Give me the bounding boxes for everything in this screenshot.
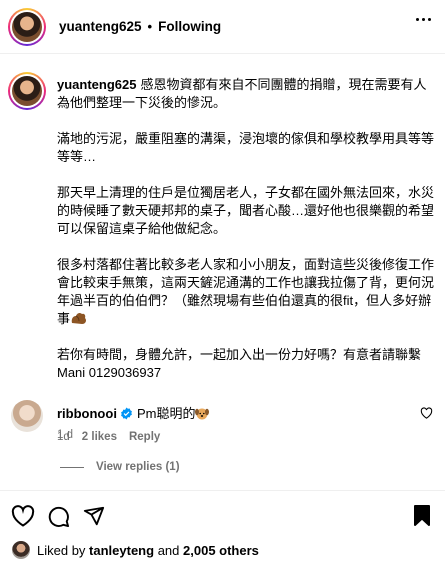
author-avatar[interactable]	[8, 7, 46, 46]
instagram-post-panel: yuanteng625 • Following yuanteng625 感恩物資都…	[0, 0, 445, 565]
dog-face-emoji	[195, 406, 210, 421]
verified-badge-icon	[120, 407, 133, 423]
comment-text: ribbonooi Pm聪明的	[57, 403, 210, 423]
caption-paragraph: yuanteng625 感恩物資都有來自不同團體的捐贈，現在需要有人為他們整理一下…	[57, 77, 427, 110]
caption-body: yuanteng625 感恩物資都有來自不同團體的捐贈，現在需要有人為他們整理一下…	[57, 76, 437, 400]
author-username[interactable]: yuanteng625	[59, 19, 142, 34]
bookmark-icon[interactable]	[413, 505, 431, 530]
caption-paragraph: 那天早上清理的住戶是位獨居老人，子女都在國外無法回來，水災的時候睡了數天硬邦邦的…	[57, 185, 435, 236]
liker-avatar[interactable]	[12, 541, 30, 559]
likes-summary: Liked by tanleyteng and 2,005 others	[12, 541, 259, 559]
send-icon[interactable]	[83, 505, 105, 530]
reply-button[interactable]: Reply	[129, 431, 160, 443]
commenter-avatar[interactable]	[11, 400, 43, 432]
more-horizontal-icon[interactable]	[416, 18, 431, 21]
commenter-username[interactable]: ribbonooi	[57, 406, 117, 421]
caption-username[interactable]: yuanteng625	[57, 77, 136, 92]
comment-heart-icon[interactable]	[420, 407, 433, 422]
post-header: yuanteng625 • Following	[0, 0, 445, 54]
comment-likes-count[interactable]: 2 likes	[82, 431, 117, 443]
view-replies-label: View replies (1)	[96, 461, 180, 473]
likes-connector: and	[157, 542, 180, 558]
heart-icon[interactable]	[11, 505, 35, 530]
caption-author-avatar[interactable]	[8, 72, 46, 110]
following-button[interactable]: Following	[158, 19, 221, 34]
view-replies-button[interactable]: View replies (1)	[60, 461, 180, 473]
caption-paragraph: 若你有時間，身體允許，一起加入出一份力好嗎？有意者請聯繫 Mani 012903…	[57, 347, 422, 380]
caption-paragraph: 很多村落都住著比較多老人家和小小朋友，面對這些災後修復工作會比較束手無策，這兩天…	[57, 257, 435, 326]
likes-others-count[interactable]: 2,005 others	[183, 543, 259, 558]
replies-divider	[60, 466, 84, 468]
flexed-biceps-emoji	[70, 311, 88, 325]
comment-item: ribbonooi Pm聪明的 1d 2 likes Reply	[0, 395, 445, 455]
caption-paragraph: 滿地的污泥，嚴重阻塞的溝渠，浸泡壞的傢俱和學校教學用具等等等等…	[57, 131, 435, 164]
separator-dot: •	[147, 19, 153, 34]
post-action-bar	[0, 490, 445, 530]
likes-prefix: Liked by	[37, 542, 86, 558]
liker-username[interactable]: tanleyteng	[89, 543, 154, 558]
comment-timestamp[interactable]: 1d	[57, 431, 70, 443]
comment-icon[interactable]	[47, 505, 70, 531]
comment-meta: 1d 2 likes Reply	[57, 431, 160, 443]
